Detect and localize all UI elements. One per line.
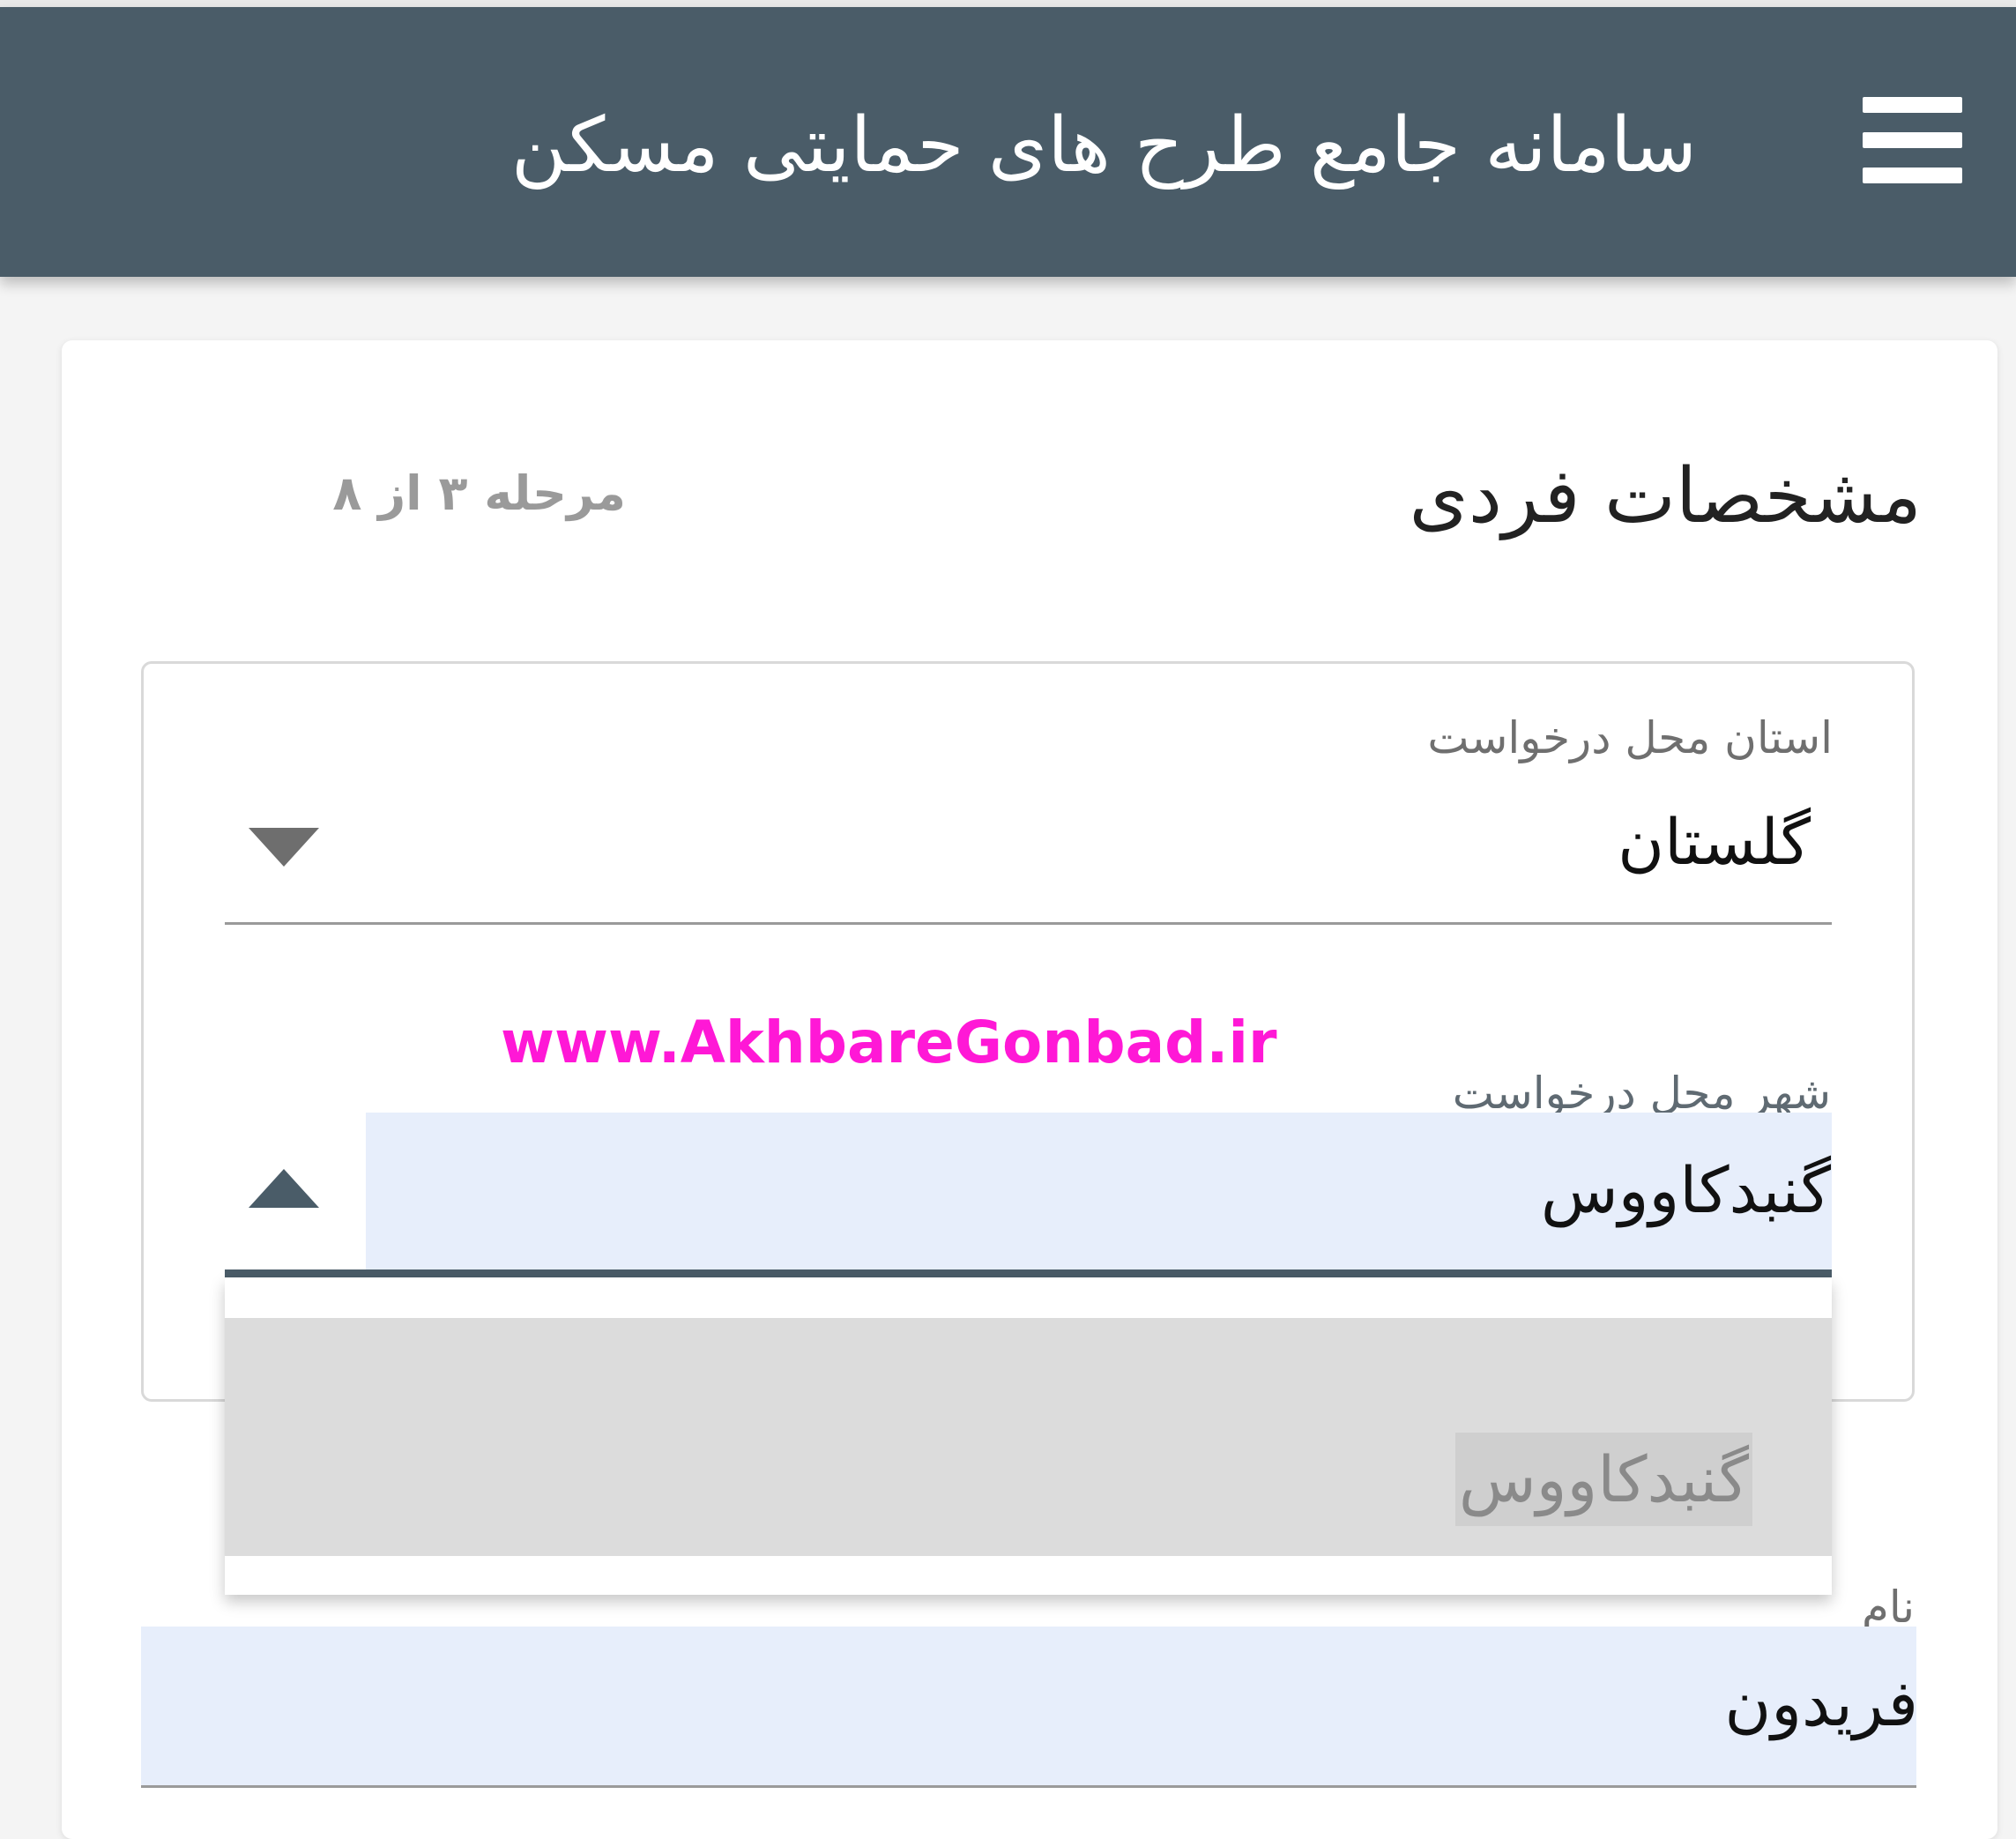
city-option-label: گنبدکاووس bbox=[959, 1433, 1752, 1530]
chevron-up-icon[interactable] bbox=[249, 1169, 319, 1208]
city-option-text: گنبدکاووس bbox=[1454, 1433, 1752, 1526]
city-option[interactable]: گنبدکاووس bbox=[225, 1318, 1832, 1556]
first-name-underline bbox=[141, 1785, 1916, 1788]
step-indicator: مرحله ۳ از ۸ bbox=[332, 465, 626, 521]
city-dropdown-menu: گنبدکاووس bbox=[225, 1277, 1832, 1595]
menu-line bbox=[1863, 168, 1962, 183]
city-underline bbox=[225, 1269, 1832, 1277]
app-bar: سامانه جامع طرح های حمایتی مسکن bbox=[0, 7, 2016, 277]
first-name-value[interactable]: فریدون bbox=[1125, 1650, 1918, 1756]
hamburger-menu-icon[interactable] bbox=[1857, 88, 1968, 192]
menu-line bbox=[1863, 97, 1962, 113]
province-label: استان محل درخواست bbox=[1427, 712, 1833, 763]
menu-line bbox=[1863, 132, 1962, 148]
city-selected-value[interactable]: گنبدکاووس bbox=[1038, 1137, 1831, 1243]
app-title: سامانه جامع طرح های حمایتی مسکن bbox=[510, 101, 1697, 190]
province-underline bbox=[225, 922, 1832, 925]
section-title: مشخصات فردی bbox=[1409, 452, 1922, 540]
chevron-down-icon[interactable] bbox=[249, 828, 319, 867]
top-edge bbox=[0, 0, 2016, 7]
province-select[interactable]: گلستان bbox=[1017, 793, 1811, 890]
